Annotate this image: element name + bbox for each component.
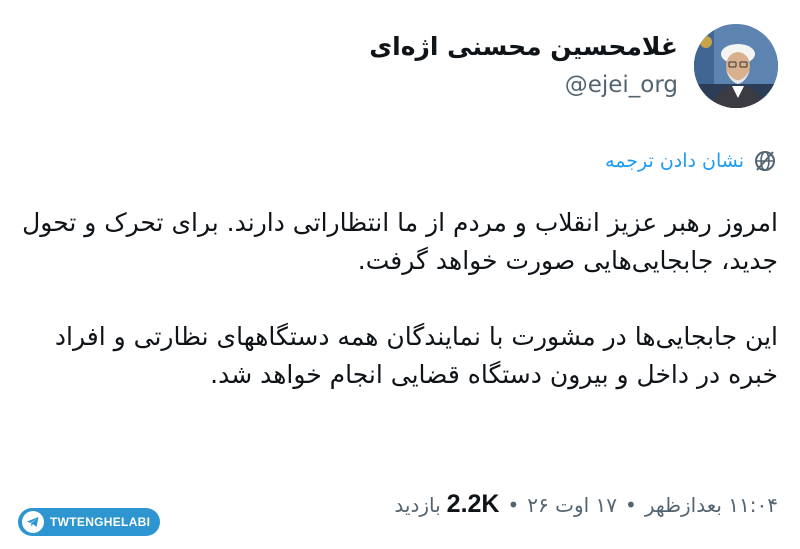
views-label: بازدید: [394, 492, 441, 517]
views-count: 2.2K: [446, 490, 500, 518]
author-display-name[interactable]: غلامحسین محسنی اژه‌ای: [369, 30, 678, 64]
tweet-date[interactable]: ۱۷ اوت ۲۶: [527, 493, 617, 517]
show-translation-label: نشان دادن ترجمه: [605, 150, 744, 172]
show-translation-button[interactable]: نشان دادن ترجمه: [605, 148, 778, 174]
tweet-header: غلامحسین محسنی اژه‌ای @ejei_org: [22, 18, 778, 113]
tweet-text: امروز رهبر عزیز انقلاب و مردم از ما انتظ…: [22, 204, 778, 394]
author-names: غلامحسین محسنی اژه‌ای @ejei_org: [369, 30, 678, 102]
tweet-meta: ۱۱:۰۴ بعدازظهر • ۱۷ اوت ۲۶ • 2.2K بازدید: [394, 490, 778, 519]
meta-separator: •: [507, 492, 520, 517]
author-avatar[interactable]: [694, 23, 778, 108]
author-handle[interactable]: @ejei_org: [369, 68, 678, 102]
tweet-time[interactable]: ۱۱:۰۴ بعدازظهر: [645, 493, 778, 517]
avatar-image: [694, 23, 778, 108]
globe-icon: [752, 148, 778, 174]
watermark-text: TWTENGHELABI: [50, 515, 151, 529]
tweet-paragraph-1: امروز رهبر عزیز انقلاب و مردم از ما انتظ…: [22, 208, 778, 275]
tweet-paragraph-2: این جابجایی‌ها در مشورت با نمایندگان همه…: [54, 322, 778, 389]
telegram-icon: [22, 511, 44, 533]
channel-watermark: TWTENGHELABI: [18, 508, 161, 536]
meta-separator: •: [625, 492, 637, 517]
